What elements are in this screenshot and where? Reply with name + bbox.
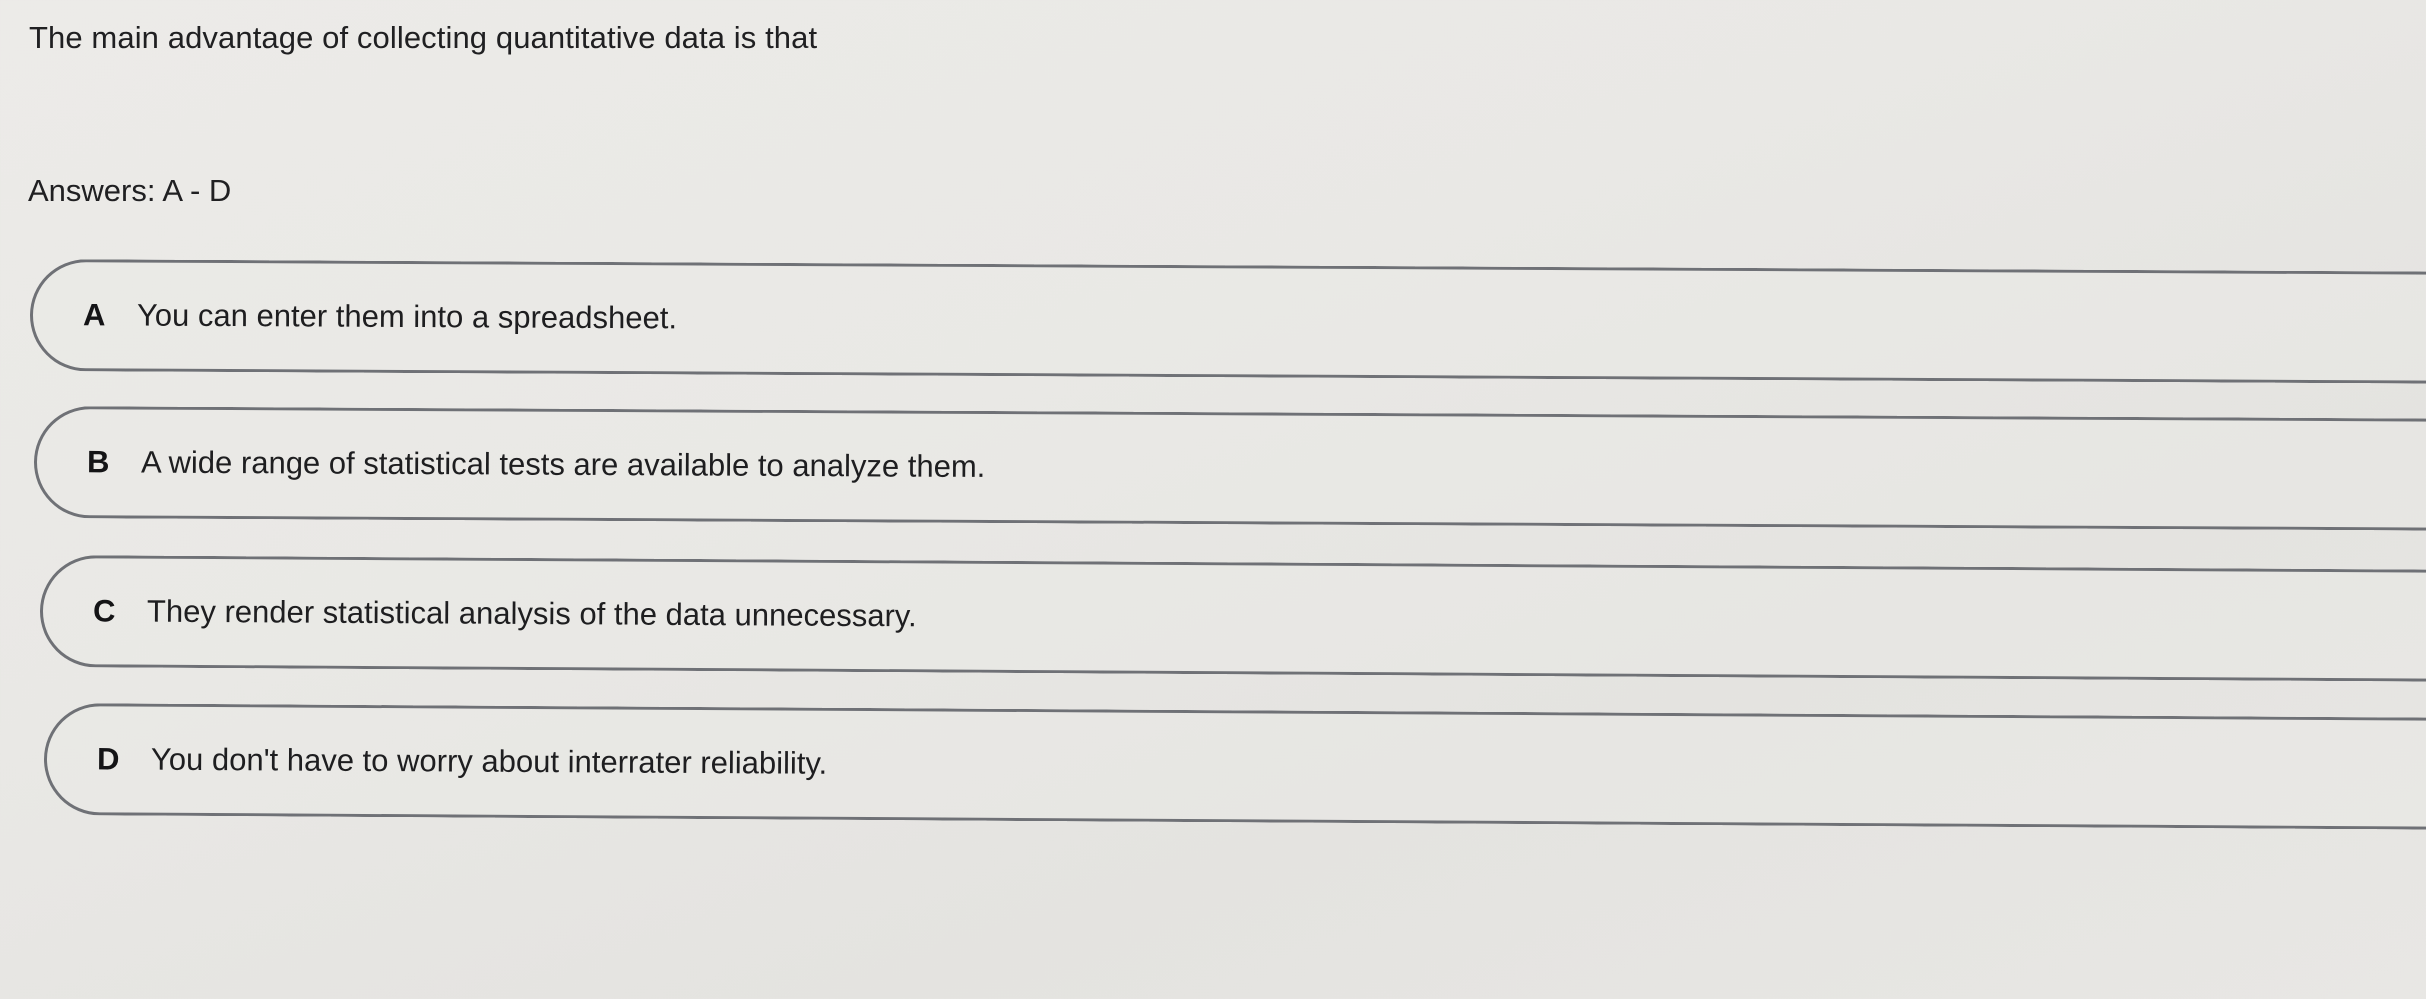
answer-option-b[interactable]: B A wide range of statistical tests are … — [33, 406, 2426, 531]
answer-option-d[interactable]: D You don't have to worry about interrat… — [43, 703, 2426, 830]
option-text: You can enter them into a spreadsheet. — [136, 297, 678, 336]
option-letter: C — [92, 593, 116, 629]
option-letter: B — [86, 444, 110, 480]
answers-range-label: Answers: A - D — [28, 173, 232, 208]
option-letter: D — [96, 741, 120, 777]
question-text: The main advantage of collecting quantit… — [29, 20, 818, 55]
option-letter: A — [82, 297, 106, 333]
answer-option-a[interactable]: A You can enter them into a spreadsheet. — [29, 259, 2426, 384]
option-text: They render statistical analysis of the … — [146, 593, 917, 634]
option-text: A wide range of statistical tests are av… — [140, 444, 986, 484]
answer-option-c[interactable]: C They render statistical analysis of th… — [39, 555, 2426, 682]
option-text: You don't have to worry about interrater… — [150, 741, 828, 781]
